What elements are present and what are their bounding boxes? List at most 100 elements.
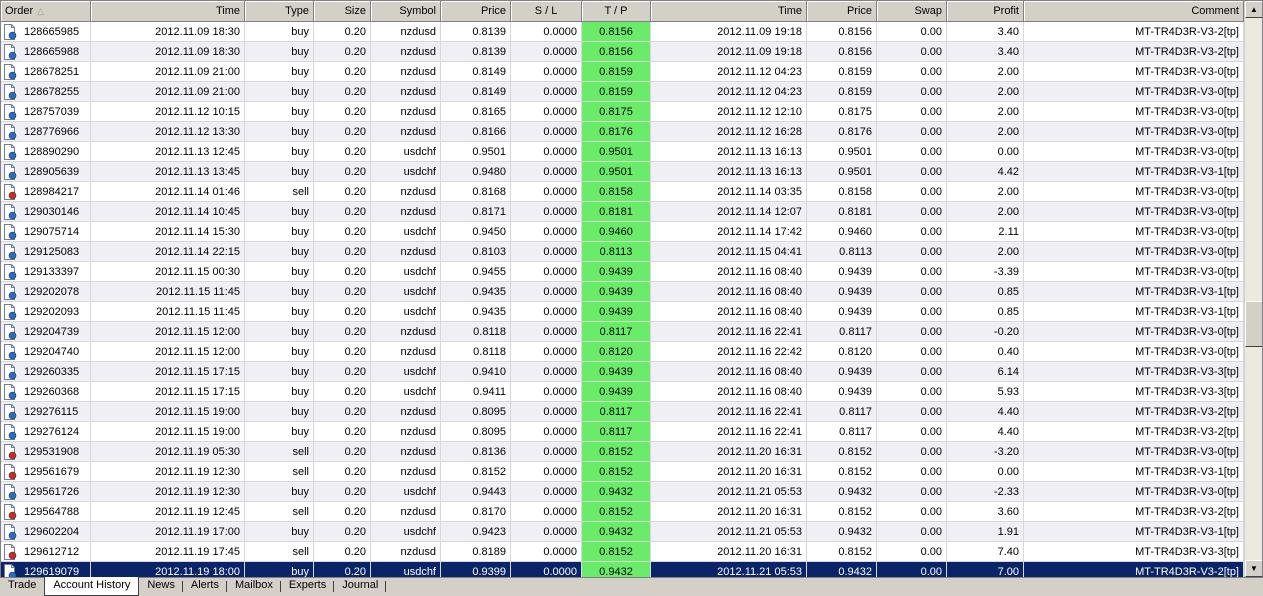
table-row[interactable]: 128905639 2012.11.13 13:45 buy 0.20 usdchf 0.…: [1, 162, 1244, 182]
cell-profit: 2.00: [947, 242, 1024, 262]
cell-size: 0.20: [314, 162, 371, 182]
terminal-tab-bar: Trade Account History News Alerts Mailbox Exp…: [0, 577, 1263, 596]
tab-experts[interactable]: Experts: [281, 578, 335, 595]
tab-account-history[interactable]: Account History: [44, 577, 140, 596]
column-header-tp[interactable]: T / P: [582, 1, 651, 22]
cell-order: 128665988: [1, 42, 91, 62]
order-rows: 128665985 2012.11.09 18:30 buy 0.20 nzdusd 0.…: [1, 22, 1244, 577]
scroll-thumb[interactable]: [1245, 301, 1262, 347]
cell-tp: 0.8117: [582, 322, 651, 342]
tab-label: Alerts: [190, 579, 219, 591]
order-number: 128890290: [24, 145, 80, 158]
table-row[interactable]: 129276115 2012.11.15 19:00 buy 0.20 nzdusd 0.…: [1, 402, 1244, 422]
tab-trade[interactable]: Trade: [0, 578, 44, 595]
table-row[interactable]: 128890290 2012.11.13 12:45 buy 0.20 usdchf 0.…: [1, 142, 1244, 162]
cell-size: 0.20: [314, 542, 371, 562]
table-row[interactable]: 128776966 2012.11.12 13:30 buy 0.20 nzdusd 0.…: [1, 122, 1244, 142]
table-row[interactable]: 129133397 2012.11.15 00:30 buy 0.20 usdchf 0.…: [1, 262, 1244, 282]
tab-journal[interactable]: Journal: [334, 578, 387, 595]
table-row[interactable]: 129075714 2012.11.14 15:30 buy 0.20 usdchf 0.…: [1, 222, 1244, 242]
cell-time: 2012.11.19 12:30: [91, 462, 245, 482]
tab-mailbox[interactable]: Mailbox: [227, 578, 281, 595]
table-row[interactable]: 128984217 2012.11.14 01:46 sell 0.20 nzdusd 0…: [1, 182, 1244, 202]
column-header-swap[interactable]: Swap: [877, 1, 947, 22]
cell-order: 128757039: [1, 102, 91, 122]
table-row[interactable]: 129612712 2012.11.19 17:45 sell 0.20 nzdusd 0…: [1, 542, 1244, 562]
cell-type: sell: [245, 442, 314, 462]
table-row[interactable]: 128678251 2012.11.09 21:00 buy 0.20 nzdusd 0.…: [1, 62, 1244, 82]
table-row[interactable]: 129260335 2012.11.15 17:15 buy 0.20 usdchf 0.…: [1, 362, 1244, 382]
column-header-ctime[interactable]: Time: [651, 1, 807, 22]
cell-symbol: nzdusd: [371, 82, 441, 102]
cell-price: 0.9450: [441, 222, 511, 242]
scroll-up-button[interactable]: ▲: [1245, 1, 1262, 18]
column-header-size[interactable]: Size: [314, 1, 371, 22]
table-row[interactable]: 129204740 2012.11.15 12:00 buy 0.20 nzdusd 0.…: [1, 342, 1244, 362]
cell-sl: 0.0000: [511, 22, 582, 42]
column-header-time[interactable]: Time: [91, 1, 245, 22]
cell-tp: 0.9439: [582, 362, 651, 382]
cell-type: buy: [245, 22, 314, 42]
cell-comment: MT-TR4D3R-V3-3[tp]: [1024, 362, 1244, 382]
table-row[interactable]: 129260368 2012.11.15 17:15 buy 0.20 usdchf 0.…: [1, 382, 1244, 402]
account-history-grid: Order △ Time Type Size Symbol Price S / L T / P T…: [0, 0, 1263, 578]
cell-swap: 0.00: [877, 282, 947, 302]
cell-time: 2012.11.15 19:00: [91, 402, 245, 422]
vertical-scrollbar[interactable]: ▲ ▼: [1244, 1, 1262, 577]
table-row[interactable]: 128757039 2012.11.12 10:15 buy 0.20 nzdusd 0.…: [1, 102, 1244, 122]
cell-comment: MT-TR4D3R-V3-1[tp]: [1024, 302, 1244, 322]
table-row[interactable]: 129125083 2012.11.14 22:15 buy 0.20 nzdusd 0.…: [1, 242, 1244, 262]
table-row[interactable]: 128678255 2012.11.09 21:00 buy 0.20 nzdusd 0.…: [1, 82, 1244, 102]
buy-order-icon: [3, 403, 17, 420]
tab-alerts[interactable]: Alerts: [183, 578, 227, 595]
cell-sl: 0.0000: [511, 222, 582, 242]
cell-order: 128905639: [1, 162, 91, 182]
cell-symbol: usdchf: [371, 482, 441, 502]
table-row[interactable]: 128665985 2012.11.09 18:30 buy 0.20 nzdusd 0.…: [1, 22, 1244, 42]
scroll-down-button[interactable]: ▼: [1245, 560, 1262, 577]
tab-news[interactable]: News: [139, 578, 183, 595]
cell-order: 128776966: [1, 122, 91, 142]
table-row[interactable]: 129276124 2012.11.15 19:00 buy 0.20 nzdusd 0.…: [1, 422, 1244, 442]
table-row[interactable]: 128665988 2012.11.09 18:30 buy 0.20 nzdusd 0.…: [1, 42, 1244, 62]
cell-symbol: usdchf: [371, 562, 441, 577]
table-row[interactable]: 129602204 2012.11.19 17:00 buy 0.20 usdchf 0.…: [1, 522, 1244, 542]
column-header-label: Time: [215, 5, 240, 17]
cell-price: 0.8152: [441, 462, 511, 482]
cell-ctime: 2012.11.13 16:13: [651, 142, 807, 162]
cell-order: 129276115: [1, 402, 91, 422]
column-header-symbol[interactable]: Symbol: [371, 1, 441, 22]
table-row[interactable]: 129202093 2012.11.15 11:45 buy 0.20 usdchf 0.…: [1, 302, 1244, 322]
cell-price: 0.9443: [441, 482, 511, 502]
table-row[interactable]: 129564788 2012.11.19 12:45 sell 0.20 nzdusd 0…: [1, 502, 1244, 522]
cell-swap: 0.00: [877, 522, 947, 542]
cell-swap: 0.00: [877, 202, 947, 222]
cell-ctime: 2012.11.16 08:40: [651, 362, 807, 382]
column-header-comment[interactable]: Comment: [1024, 1, 1244, 22]
cell-comment: MT-TR4D3R-V3-0[tp]: [1024, 442, 1244, 462]
column-header-price[interactable]: Price: [441, 1, 511, 22]
order-number: 129133397: [24, 265, 80, 278]
cell-sl: 0.0000: [511, 562, 582, 577]
cell-cprice: 0.9460: [807, 222, 877, 242]
table-row[interactable]: 129561679 2012.11.19 12:30 sell 0.20 nzdusd 0…: [1, 462, 1244, 482]
order-number: 129561679: [24, 465, 80, 478]
column-header-profit[interactable]: Profit: [947, 1, 1024, 22]
table-row[interactable]: 129619079 2012.11.19 18:00 buy 0.20 usdchf 0.…: [1, 562, 1244, 577]
column-header-type[interactable]: Type: [245, 1, 314, 22]
cell-type: sell: [245, 502, 314, 522]
column-header-cprice[interactable]: Price: [807, 1, 877, 22]
cell-sl: 0.0000: [511, 522, 582, 542]
cell-type: buy: [245, 362, 314, 382]
table-row[interactable]: 129531908 2012.11.19 05:30 sell 0.20 nzdusd 0…: [1, 442, 1244, 462]
table-row[interactable]: 129202078 2012.11.15 11:45 buy 0.20 usdchf 0.…: [1, 282, 1244, 302]
column-header-label: Profit: [993, 5, 1019, 17]
cell-size: 0.20: [314, 222, 371, 242]
table-row[interactable]: 129204739 2012.11.15 12:00 buy 0.20 nzdusd 0.…: [1, 322, 1244, 342]
table-row[interactable]: 129030146 2012.11.14 10:45 buy 0.20 nzdusd 0.…: [1, 202, 1244, 222]
buy-order-icon: [3, 103, 17, 120]
column-header-order[interactable]: Order △: [1, 1, 91, 22]
cell-time: 2012.11.09 18:30: [91, 42, 245, 62]
column-header-sl[interactable]: S / L: [511, 1, 582, 22]
table-row[interactable]: 129561726 2012.11.19 12:30 buy 0.20 usdchf 0.…: [1, 482, 1244, 502]
